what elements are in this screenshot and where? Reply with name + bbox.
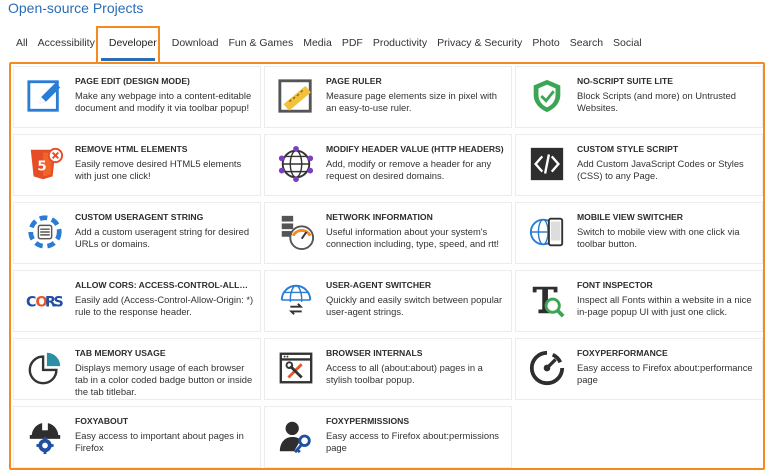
tab-download[interactable]: Download bbox=[167, 35, 224, 51]
card-title: ALLOW CORS: ACCESS-CONTROL-ALLOW-... bbox=[75, 280, 254, 290]
card-title: CUSTOM USERAGENT STRING bbox=[75, 212, 204, 222]
card-title: BROWSER INTERNALS bbox=[326, 348, 423, 358]
card-desc: Easy access to Firefox about:permissions… bbox=[326, 430, 499, 453]
project-card-foxyperformance[interactable]: FOXYPERFORMANCE Easy access to Firefox a… bbox=[515, 338, 763, 400]
tab-productivity[interactable]: Productivity bbox=[368, 35, 432, 51]
pie-chart-icon bbox=[25, 348, 65, 388]
card-desc: Block Scripts (and more) on Untrusted We… bbox=[577, 90, 736, 113]
browser-tools-icon bbox=[276, 348, 316, 388]
tab-pdf[interactable]: PDF bbox=[337, 35, 368, 51]
card-desc: Make any webpage into a content-editable… bbox=[75, 90, 252, 113]
card-title: FOXYPERMISSIONS bbox=[326, 416, 410, 426]
project-card-remove-html[interactable]: 5 REMOVE HTML ELEMENTS Easily remove des… bbox=[13, 134, 261, 196]
globe-switch-icon bbox=[276, 280, 316, 320]
svg-text:S: S bbox=[54, 295, 64, 311]
project-card-foxypermissions[interactable]: FOXYPERMISSIONS Easy access to Firefox a… bbox=[264, 406, 512, 468]
card-desc: Add, modify or remove a header for any r… bbox=[326, 158, 492, 181]
card-title: PAGE RULER bbox=[326, 76, 382, 86]
helmet-gear-icon bbox=[25, 416, 65, 456]
project-card-tab-memory[interactable]: TAB MEMORY USAGE Displays memory usage o… bbox=[13, 338, 261, 400]
shield-check-icon bbox=[527, 76, 567, 116]
card-desc: Quickly and easily switch between popula… bbox=[326, 294, 503, 317]
tab-social[interactable]: Social bbox=[608, 35, 647, 51]
tab-photo[interactable]: Photo bbox=[527, 35, 564, 51]
tab-privacy-security[interactable]: Privacy & Security bbox=[432, 35, 527, 51]
card-desc: Add Custom JavaScript Codes or Styles (C… bbox=[577, 158, 744, 181]
card-title: FOXYPERFORMANCE bbox=[577, 348, 668, 358]
project-card-page-edit[interactable]: PAGE EDIT (DESIGN MODE) Make any webpage… bbox=[13, 66, 261, 128]
project-card-page-ruler[interactable]: PAGE RULER Measure page elements size in… bbox=[264, 66, 512, 128]
tab-fun-games[interactable]: Fun & Games bbox=[223, 35, 298, 51]
project-card-mobile-view[interactable]: MOBILE VIEW SWITCHER Switch to mobile vi… bbox=[515, 202, 763, 264]
project-card-font-inspector[interactable]: FONT INSPECTOR Inspect all Fonts within … bbox=[515, 270, 763, 332]
card-title: NETWORK INFORMATION bbox=[326, 212, 433, 222]
cors-icon: CORS bbox=[25, 280, 65, 320]
globe-network-icon bbox=[276, 144, 316, 184]
card-desc: Add a custom useragent string for desire… bbox=[75, 226, 250, 249]
project-card-modify-header[interactable]: MODIFY HEADER VALUE (HTTP HEADERS) Add, … bbox=[264, 134, 512, 196]
project-card-custom-style[interactable]: CUSTOM STYLE SCRIPT Add Custom JavaScrip… bbox=[515, 134, 763, 196]
card-desc: Easy access to Firefox about:performance… bbox=[577, 362, 753, 385]
edit-pencil-icon bbox=[25, 76, 65, 116]
card-title: FOXYABOUT bbox=[75, 416, 129, 426]
tab-search[interactable]: Search bbox=[565, 35, 608, 51]
network-gauge-icon bbox=[276, 212, 316, 252]
card-desc: Easy access to important about pages in … bbox=[75, 430, 244, 453]
project-card-custom-useragent[interactable]: CUSTOM USERAGENT STRING Add a custom use… bbox=[13, 202, 261, 264]
card-title: CUSTOM STYLE SCRIPT bbox=[577, 144, 679, 154]
card-desc: Useful information about your system's c… bbox=[326, 226, 500, 249]
card-desc: Inspect all Fonts within a website in a … bbox=[577, 294, 752, 317]
project-card-allow-cors[interactable]: CORS ALLOW CORS: ACCESS-CONTROL-ALLOW-..… bbox=[13, 270, 261, 332]
project-card-browser-internals[interactable]: BROWSER INTERNALS Access to all (about:a… bbox=[264, 338, 512, 400]
card-title: USER-AGENT SWITCHER bbox=[326, 280, 432, 290]
mobile-globe-icon bbox=[527, 212, 567, 252]
project-card-foxyabout[interactable]: FOXYABOUT Easy access to important about… bbox=[13, 406, 261, 468]
card-title: FONT INSPECTOR bbox=[577, 280, 653, 290]
project-card-no-script[interactable]: NO-SCRIPT SUITE LITE Block Scripts (and … bbox=[515, 66, 763, 128]
card-title: REMOVE HTML ELEMENTS bbox=[75, 144, 188, 154]
card-title: NO-SCRIPT SUITE LITE bbox=[577, 76, 673, 86]
card-desc: Measure page elements size in pixel with… bbox=[326, 90, 497, 113]
card-desc: Displays memory usage of each browser ta… bbox=[75, 362, 253, 397]
page-title: Open-source Projects bbox=[8, 0, 144, 16]
ruler-icon bbox=[276, 76, 316, 116]
card-desc: Switch to mobile view with one click via… bbox=[577, 226, 740, 249]
project-card-user-agent-switcher[interactable]: USER-AGENT SWITCHER Quickly and easily s… bbox=[264, 270, 512, 332]
user-key-icon bbox=[276, 416, 316, 456]
project-card-network-information[interactable]: NETWORK INFORMATION Useful information a… bbox=[264, 202, 512, 264]
code-brackets-icon bbox=[527, 144, 567, 184]
tab-all[interactable]: All bbox=[8, 35, 33, 51]
card-desc: Easily add (Access-Control-Allow-Origin:… bbox=[75, 294, 254, 317]
font-magnifier-icon bbox=[527, 280, 567, 320]
card-title: MODIFY HEADER VALUE (HTTP HEADERS) bbox=[326, 144, 504, 154]
card-desc: Access to all (about:about) pages in a s… bbox=[326, 362, 483, 385]
tab-developer[interactable]: Developer bbox=[100, 35, 167, 51]
active-tab-underline bbox=[101, 58, 155, 61]
card-desc: Easily remove desired HTML5 elements wit… bbox=[75, 158, 242, 181]
card-title: MOBILE VIEW SWITCHER bbox=[577, 212, 683, 222]
tab-accessibility[interactable]: Accessibility bbox=[33, 35, 100, 51]
card-title: PAGE EDIT (DESIGN MODE) bbox=[75, 76, 190, 86]
speedometer-icon bbox=[527, 348, 567, 388]
tab-media[interactable]: Media bbox=[298, 35, 337, 51]
category-tabs: All Accessibility Developer Download Fun… bbox=[8, 35, 647, 51]
useragent-string-icon bbox=[25, 212, 65, 252]
card-title: TAB MEMORY USAGE bbox=[75, 348, 166, 358]
html5-remove-icon: 5 bbox=[25, 144, 65, 184]
svg-text:5: 5 bbox=[37, 160, 46, 175]
